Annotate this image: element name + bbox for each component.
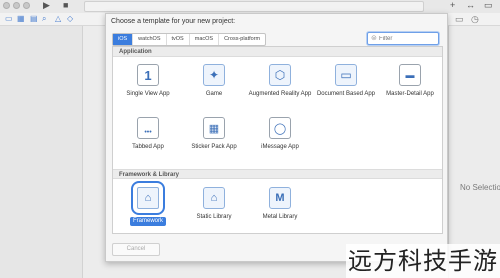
cancel-button[interactable]: Cancel: [112, 243, 160, 256]
folder-icon: ▭: [335, 64, 357, 86]
symbol-navigator-icon[interactable]: ▤: [30, 14, 38, 24]
section-header-application: Application: [113, 47, 442, 57]
template-label: Game: [205, 91, 223, 97]
game-icon: ✦: [203, 64, 225, 86]
template-static-library[interactable]: ⌂ Static Library: [179, 187, 249, 221]
ar-icon: ⬡: [269, 64, 291, 86]
master-detail-icon: ▬: [399, 64, 421, 86]
imessage-icon: ◯: [269, 117, 291, 139]
template-chooser-sheet: Choose a template for your new project: …: [105, 13, 448, 262]
template-augmented-reality-app[interactable]: ⬡ Augmented Reality App: [245, 64, 315, 98]
issue-navigator-icon[interactable]: △: [55, 14, 61, 24]
zoom-window-button[interactable]: [23, 2, 30, 9]
watermark-text: 远方科技手游: [346, 244, 500, 278]
stop-icon[interactable]: ■: [63, 0, 68, 11]
tab-tvos[interactable]: tvOS: [167, 34, 190, 45]
inspector-pane: ▭ ◷: [448, 14, 500, 278]
sticker-pack-icon: ▦: [203, 117, 225, 139]
section-header-framework-library: Framework & Library: [113, 169, 442, 179]
template-label: Augmented Reality App: [248, 91, 312, 97]
template-label: Document Based App: [316, 91, 376, 97]
template-sticker-pack-app[interactable]: ▦ Sticker Pack App: [179, 117, 249, 151]
tab-macos[interactable]: macOS: [190, 34, 220, 45]
inspector-empty-text: No Selection: [460, 183, 500, 192]
template-game[interactable]: ✦ Game: [179, 64, 249, 98]
template-framework[interactable]: ⌂ Framework: [113, 181, 183, 227]
template-label: Static Library: [196, 214, 232, 220]
window-toolbar: ▶ ■ + ↔ ▭: [0, 0, 500, 14]
source-control-icon[interactable]: ▦: [17, 14, 25, 24]
tab-ios[interactable]: iOS: [113, 34, 134, 45]
navigator-pane: [0, 26, 83, 278]
framework-icon: ⌂: [131, 181, 165, 215]
template-label: iMessage App: [261, 144, 299, 150]
template-label: Metal Library: [262, 214, 298, 220]
activity-field: [84, 1, 424, 12]
folder-navigator-icon[interactable]: ▭: [5, 14, 13, 24]
close-window-button[interactable]: [3, 2, 10, 9]
run-icon[interactable]: ▶: [43, 0, 50, 11]
template-label: Framework: [129, 217, 166, 226]
library-plus-icon[interactable]: +: [450, 0, 455, 11]
template-label: Tabbed App: [132, 144, 164, 150]
template-metal-library[interactable]: M Metal Library: [245, 187, 315, 221]
single-view-icon: 1: [137, 64, 159, 86]
template-tabbed-app[interactable]: ••• Tabbed App: [113, 117, 183, 151]
platform-tabs: iOS watchOS tvOS macOS Cross-platform: [112, 33, 267, 46]
template-imessage-app[interactable]: ◯ iMessage App: [245, 117, 315, 151]
template-single-view-app[interactable]: 1 Single View App: [113, 64, 183, 98]
template-label: Sticker Pack App: [191, 144, 237, 150]
tab-cross-platform[interactable]: Cross-platform: [219, 34, 265, 45]
metal-library-icon: M: [269, 187, 291, 209]
code-review-icon[interactable]: ↔: [466, 0, 475, 11]
template-label: Master-Detail App: [386, 91, 434, 97]
inspector-toggle-icon[interactable]: ▭: [484, 0, 493, 11]
template-master-detail-app[interactable]: ▬ Master-Detail App: [375, 64, 445, 98]
template-grid: Application 1 Single View App ✦ Game ⬡ A…: [112, 46, 443, 234]
test-navigator-icon[interactable]: ◇: [67, 14, 73, 24]
tabbed-icon: •••: [137, 117, 159, 139]
file-inspector-icon[interactable]: ▭: [455, 14, 464, 24]
template-label: Single View App: [126, 91, 170, 97]
find-navigator-icon[interactable]: ⌕: [42, 14, 46, 24]
template-document-based-app[interactable]: ▭ Document Based App: [311, 64, 381, 98]
filter-input[interactable]: [379, 33, 435, 44]
filter-icon: ⊜: [371, 35, 377, 42]
minimize-window-button[interactable]: [13, 2, 20, 9]
filter-field[interactable]: ⊜: [367, 32, 439, 45]
tab-watchos[interactable]: watchOS: [133, 34, 167, 45]
history-inspector-icon[interactable]: ◷: [471, 14, 479, 24]
sheet-title: Choose a template for your new project:: [111, 18, 236, 25]
static-library-icon: ⌂: [203, 187, 225, 209]
